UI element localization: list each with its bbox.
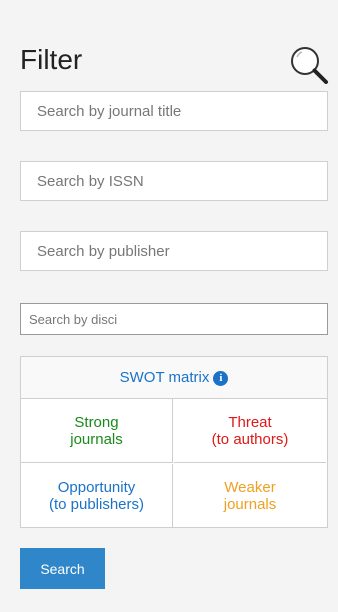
opportunity-line-2: (to publishers) [48,496,145,513]
swot-threat[interactable]: Threat (to authors) [174,399,326,463]
discipline-input[interactable] [20,303,328,335]
swot-header-label[interactable]: SWOT matrix [120,369,210,386]
swot-header[interactable]: SWOT matrix i [21,357,327,399]
weaker-line-1: Weaker [224,479,276,496]
swot-opportunity[interactable]: Opportunity (to publishers) [21,464,173,528]
strong-line-2: journals [70,430,123,448]
swot-weaker-journals[interactable]: Weaker journals [174,464,326,528]
journal-title-input[interactable] [20,91,328,131]
opportunity-line-1: Opportunity [57,479,136,496]
strong-line-1: Strong [74,413,119,431]
filter-panel: Filter SWOT matrixi Strong journals Thre… [0,0,338,612]
issn-input[interactable] [20,161,328,201]
info-icon[interactable]: i [213,371,229,386]
weaker-line-2: journals [223,496,277,513]
filter-title: Filter [20,44,83,75]
swot-matrix: SWOT matrix i Strong journals Threat (to … [20,356,328,528]
threat-line-1: Threat [228,413,272,431]
threat-line-2: (to authors) [211,430,289,448]
search-button[interactable]: Search [20,548,105,589]
search-icon[interactable] [288,44,330,84]
swot-strong-journals[interactable]: Strong journals [21,399,173,463]
publisher-input[interactable] [20,231,328,271]
